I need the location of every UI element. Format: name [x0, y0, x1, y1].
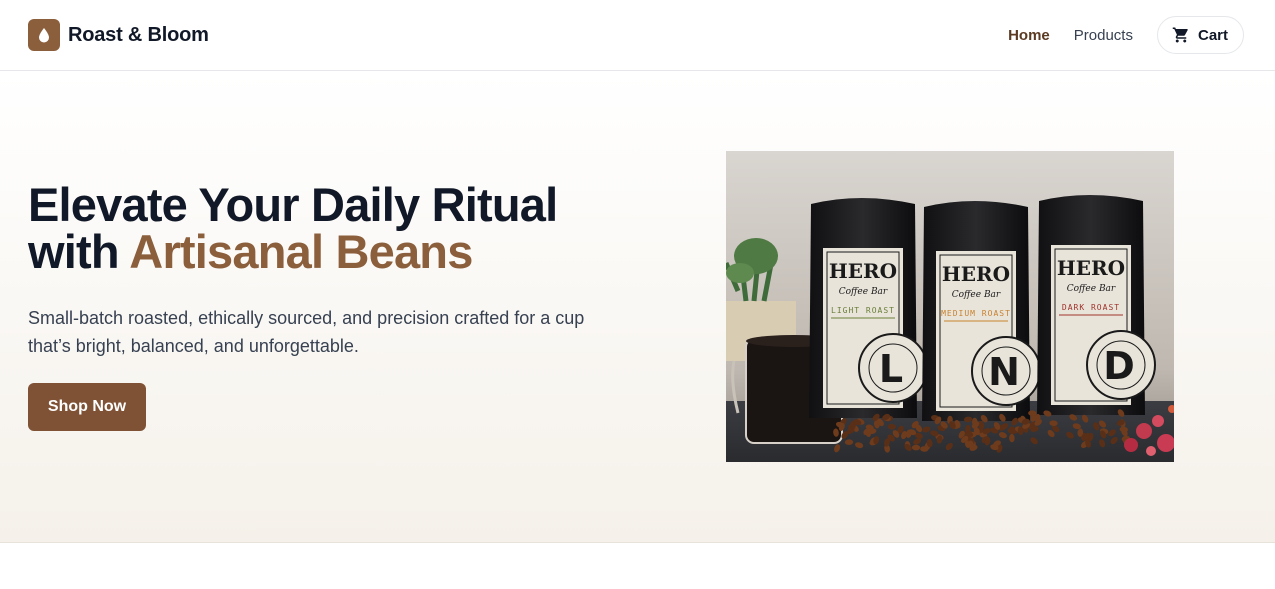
- coffee-bags: HERO Coffee Bar LIGHT ROAST L HERO Coffee Bar…: [809, 195, 1156, 421]
- nav-products-link[interactable]: Products: [1074, 27, 1133, 44]
- droplet-icon: [28, 19, 60, 51]
- bag-letter-text: D: [1103, 344, 1135, 388]
- brand-name: Roast & Bloom: [68, 23, 209, 46]
- bag-brand-text: HERO: [829, 259, 897, 283]
- bag-brand-text: HERO: [942, 262, 1010, 286]
- coffee-bag-3: HERO Coffee Bar DARK ROAST D: [1037, 195, 1156, 415]
- hero-product-image: HERO Coffee Bar LIGHT ROAST L HERO Coffee Bar…: [726, 151, 1174, 462]
- brand[interactable]: Roast & Bloom: [28, 19, 209, 51]
- hero-subtitle: Small-batch roasted, ethically sourced, …: [28, 308, 585, 356]
- bag-brand-text: HERO: [1057, 256, 1125, 280]
- bag-script-text: Coffee Bar: [952, 290, 1001, 300]
- hero-title-prefix: with: [28, 225, 130, 278]
- coffee-bag-1: HERO Coffee Bar LIGHT ROAST L: [809, 198, 928, 418]
- site-header: Roast & Bloom Home Products Cart: [0, 0, 1275, 71]
- bag-script-text: Coffee Bar: [1067, 284, 1116, 294]
- hero-title: Elevate Your Daily Ritual with Artisanal…: [28, 181, 668, 275]
- hero-section: Elevate Your Daily Ritual with Artisanal…: [0, 71, 1275, 543]
- main-nav: Home Products Cart: [1008, 16, 1244, 54]
- shop-now-button[interactable]: Shop Now: [28, 383, 146, 431]
- bag-script-text: Coffee Bar: [839, 287, 888, 297]
- bag-letter-text: L: [879, 347, 903, 391]
- bag-roast-text: LIGHT ROAST: [831, 306, 895, 315]
- hero-title-accent: Artisanal Beans: [129, 225, 473, 278]
- nav-home-link[interactable]: Home: [1008, 27, 1050, 44]
- cart-icon: [1172, 27, 1188, 43]
- bag-letter-text: N: [988, 350, 1020, 394]
- cart-label: Cart: [1197, 26, 1228, 44]
- cart-button[interactable]: Cart: [1156, 16, 1244, 54]
- hero-title-line1: Elevate Your Daily Ritual: [28, 178, 558, 231]
- coffee-bag-2: HERO Coffee Bar MEDIUM ROAST N: [922, 201, 1041, 421]
- bag-roast-text: MEDIUM ROAST: [941, 309, 1011, 318]
- bag-roast-text: DARK ROAST: [1062, 303, 1120, 312]
